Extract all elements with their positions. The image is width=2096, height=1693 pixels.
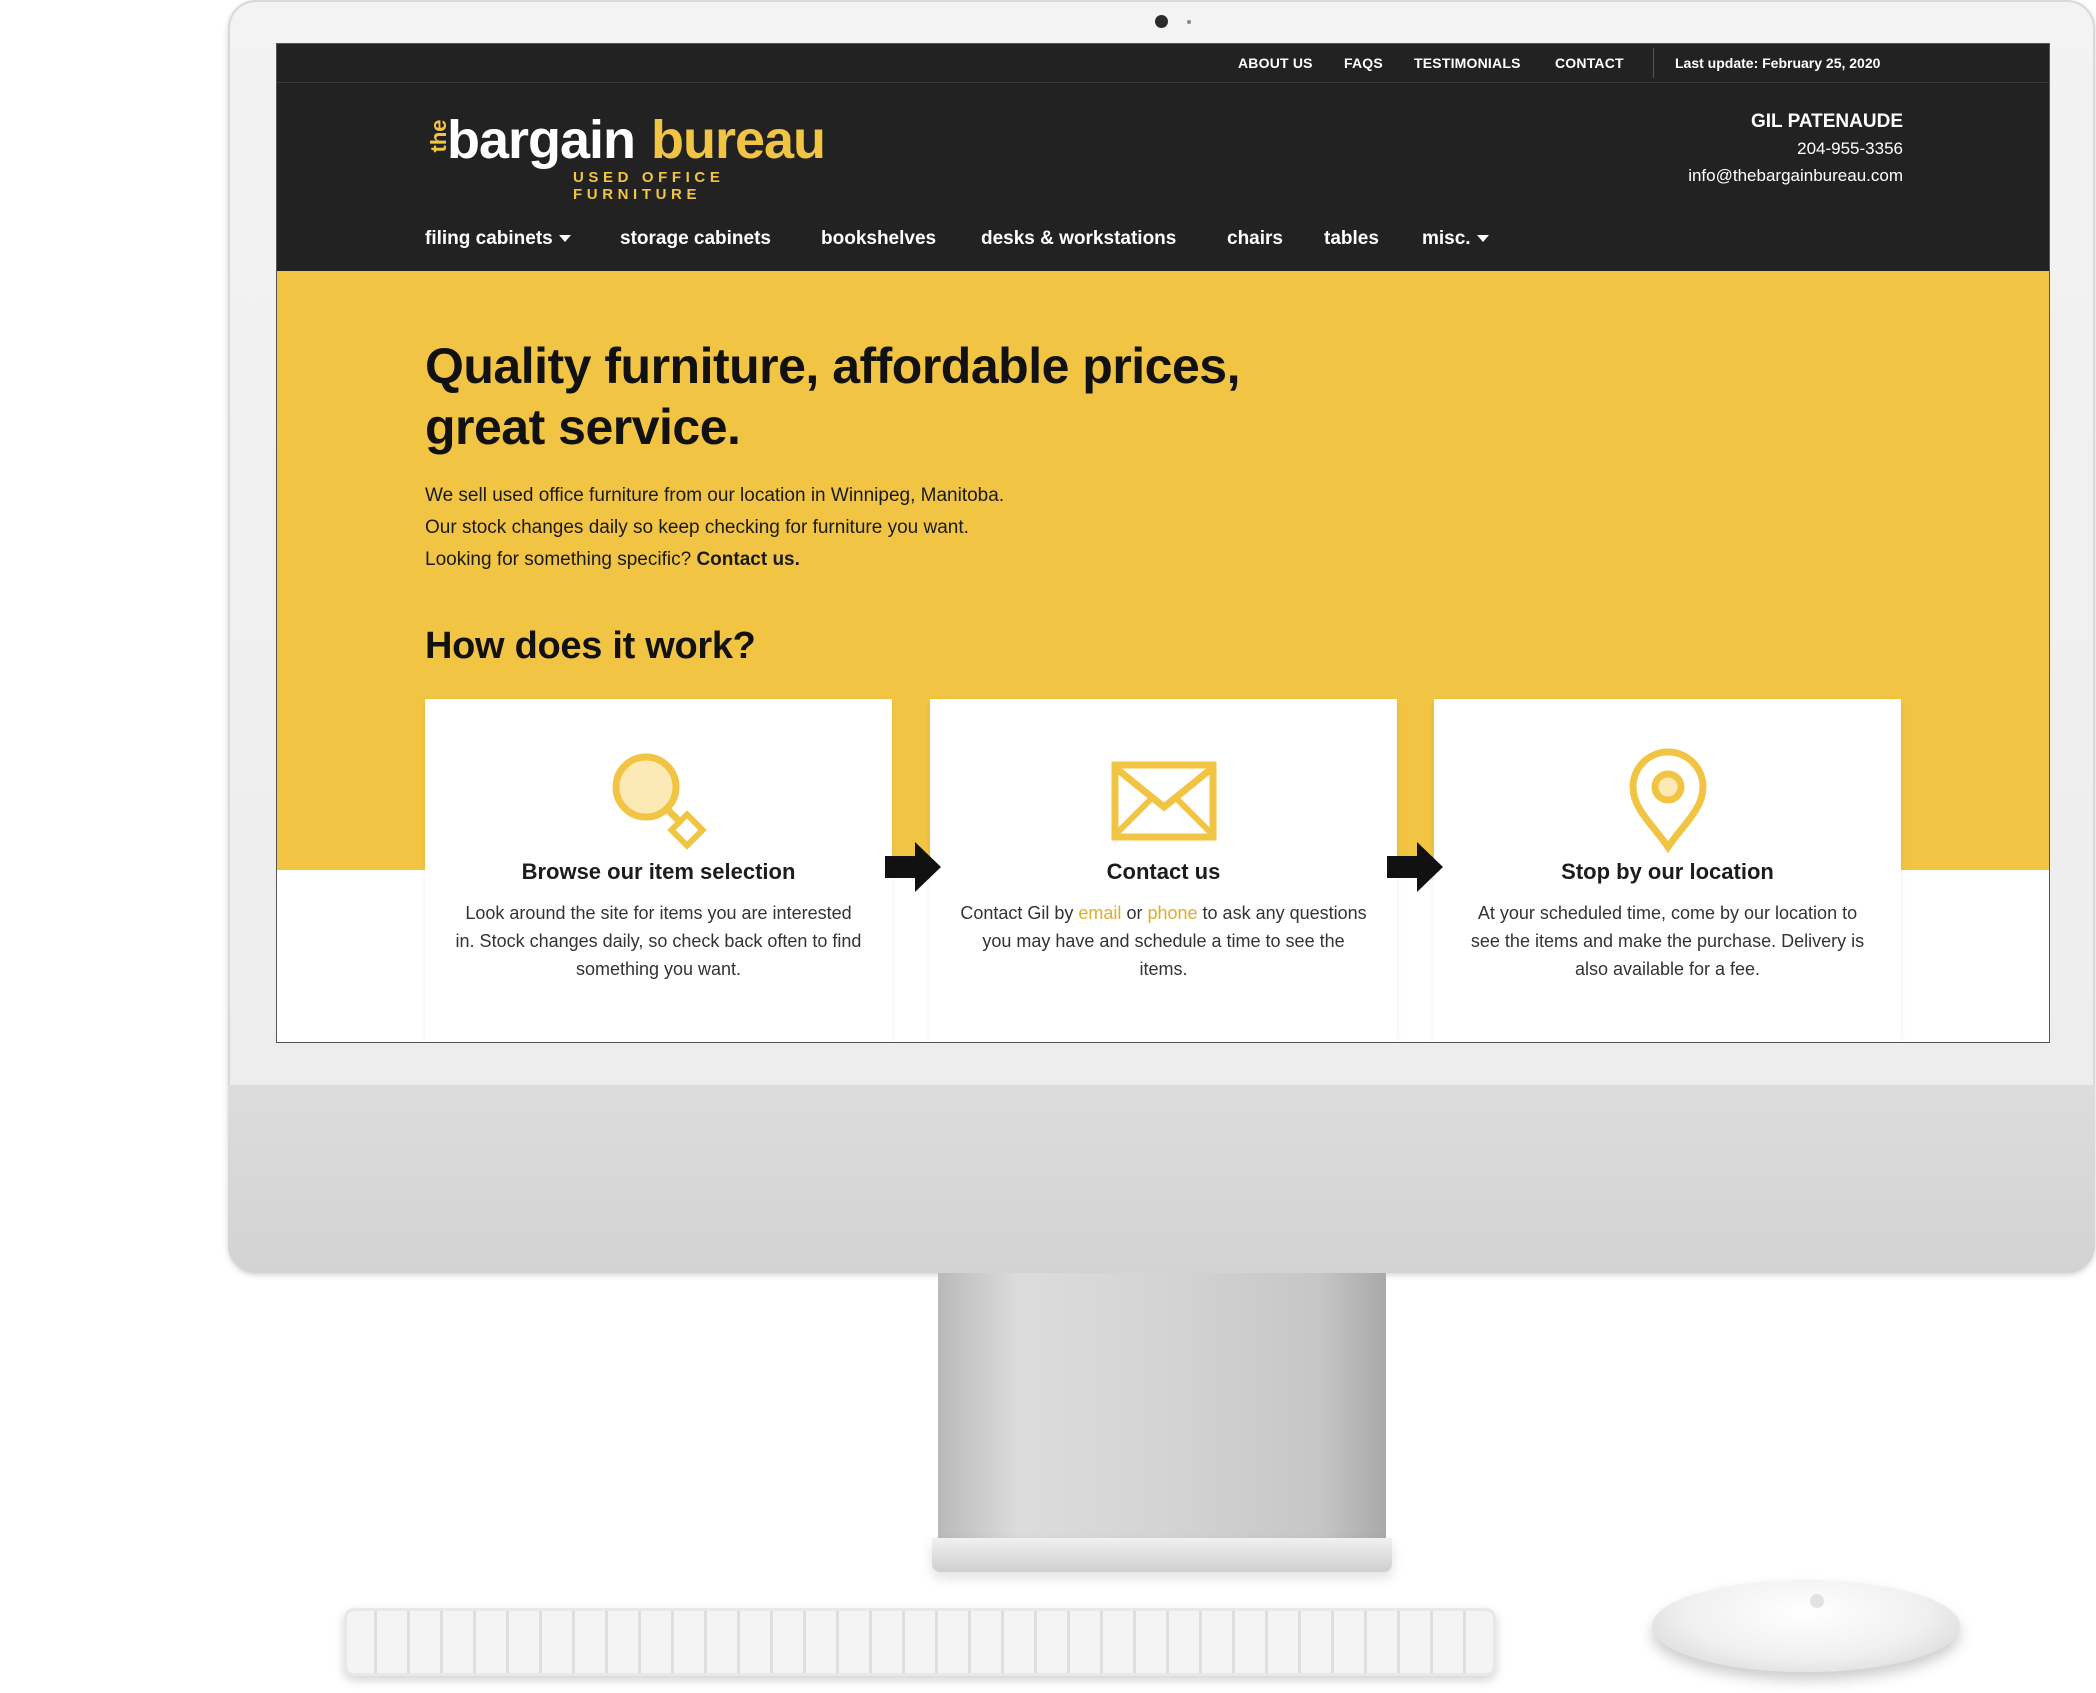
- step-text-a: Contact Gil by: [960, 903, 1074, 923]
- how-it-works-title: How does it work?: [425, 625, 756, 667]
- contact-email[interactable]: info@thebargainbureau.com: [1688, 166, 1903, 186]
- email-link[interactable]: email: [1078, 903, 1121, 923]
- last-update-text: Last update: February 25, 2020: [1675, 55, 1881, 71]
- top-utility-bar: ABOUT US FAQS TESTIMONIALS CONTACT Last …: [277, 44, 2049, 83]
- topbar-divider: [1653, 48, 1654, 78]
- nav-label: filing cabinets: [425, 228, 553, 249]
- nav-item-filing-cabinets[interactable]: filing cabinets: [425, 228, 571, 250]
- hero-line-3-text: Looking for something specific?: [425, 549, 692, 570]
- map-pin-icon: [1628, 748, 1707, 854]
- nav-item-bookshelves[interactable]: bookshelves: [821, 228, 936, 250]
- site-header: the bargain bureau USED OFFICE FURNITURE…: [277, 83, 2049, 208]
- topbar-link-contact[interactable]: CONTACT: [1555, 55, 1624, 71]
- topbar-link-faqs[interactable]: FAQS: [1344, 55, 1383, 71]
- step-text: Look around the site for items you are i…: [455, 903, 862, 979]
- apple-logo-icon: [1810, 1594, 1824, 1608]
- caret-down-icon: [558, 235, 571, 243]
- topbar-link-testimonials[interactable]: TESTIMONIALS: [1414, 55, 1521, 71]
- imac-stand-base: [932, 1538, 1392, 1572]
- main-nav: filing cabinets storage cabinets bookshe…: [277, 207, 2049, 271]
- nav-label: misc.: [1422, 228, 1471, 249]
- arrow-right-icon: [885, 842, 941, 892]
- logo-bureau: bureau: [651, 110, 826, 170]
- step-card-browse: Browse our item selection Look around th…: [425, 699, 892, 1042]
- arrow-right-icon: [1387, 842, 1443, 892]
- step-card-location: Stop by our location At your scheduled t…: [1434, 699, 1901, 1042]
- step-text: Contact Gil by email or phone to ask any…: [960, 899, 1367, 983]
- keyboard: [344, 1608, 1496, 1676]
- hero-line-3: Looking for something specific? Contact …: [425, 544, 1185, 576]
- logo-tagline: USED OFFICE FURNITURE: [573, 169, 725, 203]
- hero-title: Quality furniture, affordable prices, gr…: [425, 338, 1241, 455]
- imac-chin: [228, 1085, 2095, 1273]
- nav-item-desks-workstations[interactable]: desks & workstations: [981, 228, 1176, 250]
- imac-stand: [938, 1273, 1386, 1538]
- logo-bargain: bargain: [447, 110, 636, 170]
- nav-item-tables[interactable]: tables: [1324, 228, 1379, 250]
- contact-name: GIL PATENAUDE: [1750, 111, 1903, 132]
- mouse: [1652, 1580, 1960, 1672]
- contact-phone[interactable]: 204-955-3356: [1797, 139, 1903, 159]
- contact-us-link[interactable]: Contact us.: [696, 549, 799, 570]
- step-card-contact: Contact us Contact Gil by email or phone…: [930, 699, 1397, 1042]
- nav-item-misc[interactable]: misc.: [1422, 228, 1489, 250]
- hero-line-2: Our stock changes daily so keep checking…: [425, 517, 969, 538]
- step-title: Browse our item selection: [521, 859, 796, 884]
- website-screen: ABOUT US FAQS TESTIMONIALS CONTACT Last …: [276, 43, 2050, 1043]
- nav-item-chairs[interactable]: chairs: [1227, 228, 1283, 250]
- topbar-link-about[interactable]: ABOUT US: [1238, 55, 1313, 71]
- camera-sensor: [1187, 20, 1191, 24]
- camera-icon: [1155, 15, 1168, 28]
- nav-item-storage-cabinets[interactable]: storage cabinets: [620, 228, 771, 250]
- magnifier-icon: [612, 753, 707, 850]
- step-text-b: or: [1126, 903, 1143, 923]
- hero-description: We sell used office furniture from our l…: [425, 480, 1185, 576]
- envelope-icon: [1111, 761, 1216, 841]
- step-text: At your scheduled time, come by our loca…: [1470, 903, 1865, 979]
- step-title: Contact us: [1106, 859, 1221, 884]
- site-logo[interactable]: the bargain bureau USED OFFICE FURNITURE: [425, 109, 845, 203]
- hero-line-1: We sell used office furniture from our l…: [425, 485, 1005, 506]
- phone-link[interactable]: phone: [1147, 903, 1197, 923]
- step-title: Stop by our location: [1561, 859, 1774, 884]
- caret-down-icon: [1476, 235, 1489, 243]
